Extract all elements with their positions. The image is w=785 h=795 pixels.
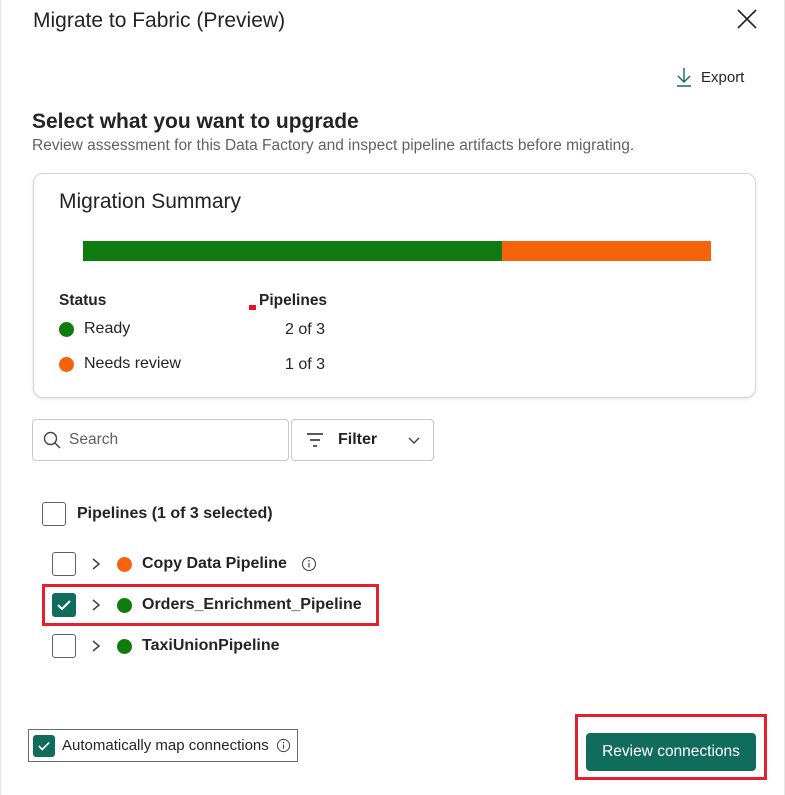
checkmark-icon (38, 741, 50, 751)
pipelines-column-header: Pipelines (259, 292, 328, 309)
progress-ready-segment (83, 241, 502, 261)
ready-count: 2 of 3 (285, 321, 326, 338)
pipeline-checkbox[interactable] (52, 634, 76, 658)
status-needs-review-row: Needs review (59, 355, 181, 373)
dialog-title: Migrate to Fabric (Preview) (33, 9, 286, 32)
checkmark-icon (57, 600, 71, 611)
summary-title: Migration Summary (59, 190, 242, 213)
ready-status-dot (59, 321, 74, 337)
pipeline-row-taxi-union: TaxiUnionPipeline (52, 634, 280, 658)
close-icon (737, 9, 757, 29)
close-button[interactable] (734, 6, 760, 32)
chevron-down-icon (408, 437, 420, 444)
search-input[interactable] (69, 431, 269, 449)
ready-status-dot (117, 597, 132, 613)
pipeline-name: Copy Data Pipeline (142, 555, 287, 572)
needs-review-count: 1 of 3 (285, 356, 326, 373)
export-button[interactable]: Export (675, 66, 744, 88)
search-icon (43, 431, 61, 449)
pipeline-name: Orders_Enrichment_Pipeline (142, 596, 362, 613)
status-ready-row: Ready (59, 320, 130, 338)
migration-progress-bar (83, 241, 711, 261)
auto-map-connections[interactable]: Automatically map connections (28, 729, 298, 762)
filter-button[interactable]: Filter (291, 419, 434, 461)
needs-review-status-dot (59, 356, 74, 372)
progress-review-segment (501, 241, 711, 261)
section-heading: Select what you want to upgrade (32, 110, 359, 133)
section-subheading: Review assessment for this Data Factory … (32, 137, 635, 154)
needs-review-status-dot (117, 556, 132, 572)
pipeline-row-orders-enrichment: Orders_Enrichment_Pipeline (52, 593, 362, 617)
pipelines-select-all-row: Pipelines (1 of 3 selected) (42, 502, 273, 526)
export-label: Export (701, 68, 745, 86)
status-label: Ready (84, 320, 131, 337)
pipeline-checkbox[interactable] (52, 552, 76, 576)
info-icon[interactable] (301, 556, 317, 572)
select-all-checkbox[interactable] (42, 502, 66, 526)
chevron-right-icon[interactable] (91, 557, 103, 571)
chevron-right-icon[interactable] (91, 598, 103, 612)
pipeline-row-copy-data: Copy Data Pipeline (52, 552, 317, 576)
download-icon (677, 68, 691, 87)
migrate-dialog: Migrate to Fabric (Preview) Export Selec… (0, 0, 785, 795)
info-icon[interactable] (276, 738, 291, 753)
chevron-right-icon[interactable] (91, 639, 103, 653)
status-label: Needs review (84, 355, 181, 372)
auto-map-label: Automatically map connections (62, 737, 269, 754)
auto-map-checkbox[interactable] (33, 734, 55, 757)
pipeline-name: TaxiUnionPipeline (142, 637, 280, 654)
review-connections-button[interactable]: Review connections (586, 733, 756, 771)
filter-label: Filter (338, 431, 378, 448)
pipelines-header: Pipelines (1 of 3 selected) (77, 505, 273, 522)
status-column-header: Status (59, 292, 107, 309)
search-box[interactable] (32, 419, 289, 461)
ready-status-dot (117, 638, 132, 654)
migration-summary-card: Migration Summary Status Pipelines Ready… (33, 173, 756, 398)
pipeline-checkbox[interactable] (52, 593, 76, 617)
marker (249, 305, 256, 310)
filter-icon (307, 433, 323, 447)
